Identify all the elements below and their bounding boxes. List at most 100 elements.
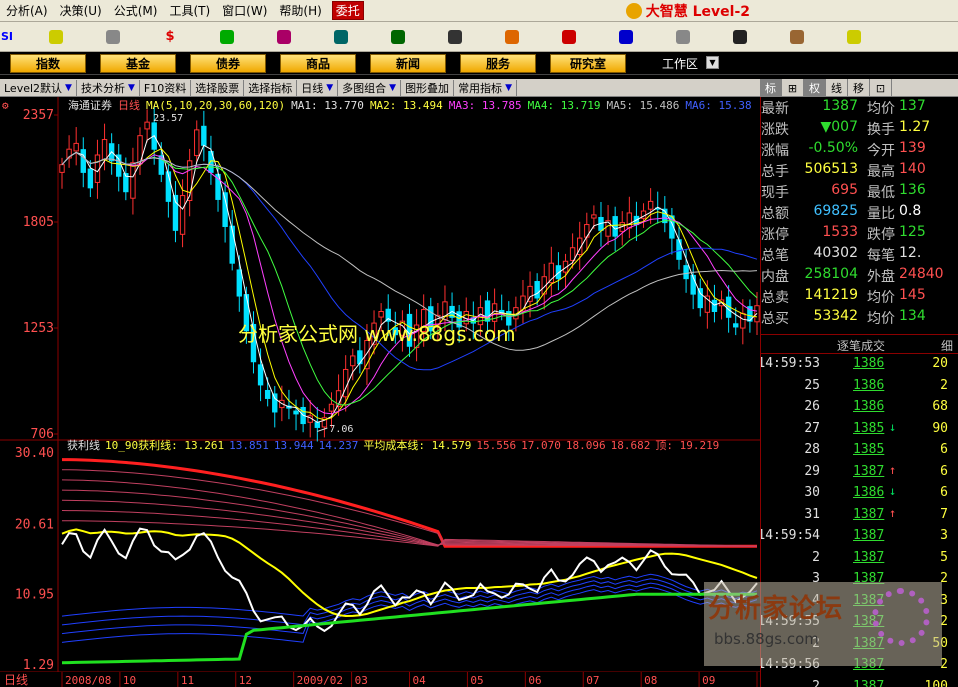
tick-arrow: ↓ [889,419,897,434]
menu-item-0[interactable]: 分析(A) [0,2,54,19]
quote-tab-3[interactable]: 线 [826,79,848,97]
toolbar-item-3[interactable]: 选择股票 [191,79,245,96]
toolbar-item-2[interactable]: F10资料 [140,79,192,96]
tick-price: 1385 [853,420,885,436]
tab-0[interactable]: 指数 [10,54,86,73]
toolbar-item-7[interactable]: 图形叠加 [401,79,455,96]
window-icon[interactable] [725,25,755,49]
quote-row: 总手 506513 最高 140 [761,160,958,181]
bars-icon[interactable] [269,25,299,49]
tick-time: 30 [804,485,820,500]
quote-l2: 外盘 [867,269,895,285]
x-tick-label: 11 [181,674,194,687]
tab-6[interactable]: 研究室 [550,54,626,73]
dropdown-arrow-icon[interactable]: ▼ [128,83,135,93]
quote-tab-4[interactable]: 移 [848,79,870,97]
bell-icon[interactable] [383,25,413,49]
ind-legend-item: 15.556 [476,439,516,452]
tick-arrow: ↑ [889,505,897,520]
price-ytick: 706 [31,427,54,442]
menu-item-5[interactable]: 帮助(H) [273,2,327,19]
tick-price: 1385 [853,442,885,457]
traffic-icon[interactable] [212,25,242,49]
menu-item-4[interactable]: 窗口(W) [216,2,273,19]
ruler-icon[interactable] [98,25,128,49]
p2-icon[interactable] [611,25,641,49]
toolbar-item-6[interactable]: 多图组合 ▼ [338,79,402,96]
ind-legend-item: 14.237 [319,439,359,452]
menu-bar: 分析(A) 决策(U) 公式(M) 工具(T) 窗口(W) 帮助(H) 委托 [0,0,958,22]
tab-2[interactable]: 债券 [190,54,266,73]
x-tick-label: 10 [123,674,136,687]
candle-body [179,195,186,235]
p-icon[interactable] [554,25,584,49]
doc-icon[interactable] [668,25,698,49]
menu-item-2[interactable]: 公式(M) [108,2,164,19]
menu-item-3[interactable]: 工具(T) [163,2,216,19]
binoc-icon[interactable] [326,25,356,49]
cursor-icon[interactable] [839,25,869,49]
tab-3[interactable]: 商品 [280,54,356,73]
toolbar-item-5[interactable]: 日线 ▼ [297,79,339,96]
icon-toolbar: SI $ [0,22,958,52]
quote-v1: 695 [831,182,858,198]
diamond-icon[interactable] [497,25,527,49]
x-tick-label: 03 [355,674,368,687]
forum-name: 分析家论坛 [708,594,844,624]
si-icon[interactable]: SI [0,25,14,49]
quote-v2: 145 [899,287,926,303]
dropdown-arrow-icon[interactable]: ▼ [65,83,72,93]
tab-4[interactable]: 新闻 [370,54,446,73]
dropdown-arrow-icon[interactable]: ▼ [505,83,512,93]
tick-row: 25 1386 2 [761,376,958,398]
x-tick-label: 06 [528,674,541,687]
books-icon[interactable] [782,25,812,49]
quote-v2: 140 [899,161,926,177]
tick-time: 14:59:54 [760,528,820,543]
dropdown-arrow-icon[interactable]: ▼ [326,83,333,93]
tab-1[interactable]: 基金 [100,54,176,73]
quote-l1: 总额 [761,206,789,222]
board-icon[interactable] [440,25,470,49]
chart-bg [0,97,760,687]
workzone-label[interactable]: 工作区 [662,55,698,72]
menu-item-1[interactable]: 决策(U) [54,2,108,19]
category-tab-bar: 工作区 ▼ 指数 基金 债券 商品 新闻 服务 研究室 [0,52,958,75]
toolbar-item-1[interactable]: 技术分析 ▼ [77,79,140,96]
quote-v1: 141219 [804,287,858,303]
tick-volume: 100 [924,678,948,687]
arrows-icon[interactable] [41,25,71,49]
tick-volume: 6 [940,485,948,500]
quote-l1: 总笔 [761,248,789,264]
quote-row: 总买 53342 均价 134 [761,307,958,328]
menu-item-entrust[interactable]: 委托 [331,1,364,20]
quote-tab-5[interactable]: ⊡ [870,79,892,97]
workzone-dropdown[interactable]: ▼ [706,56,719,69]
dropdown-arrow-icon[interactable]: ▼ [389,83,396,93]
quote-l2: 均价 [867,311,895,327]
quote-tab-0[interactable]: 标 [760,79,782,97]
quote-v1: 69825 [813,203,858,219]
toolbar-item-4[interactable]: 选择指标 [244,79,298,96]
candle-body [293,410,299,415]
tick-price: 1386 [853,377,885,393]
quote-tab-2[interactable]: 权 [804,79,826,97]
quote-tab-1[interactable]: ⊞ [782,79,804,97]
tick-time: 26 [804,399,820,414]
quote-l2: 今开 [867,143,895,159]
quote-v2: 125 [899,224,926,240]
candle-body [264,389,271,399]
tab-5[interactable]: 服务 [460,54,536,73]
toolbar-item-0[interactable]: Level2默认 ▼ [0,79,77,96]
tick-row: 14:59:53 1386 20 [761,354,958,376]
candle-body [711,299,718,313]
tick-time: 25 [804,377,820,393]
tick-arrow: ↑ [889,462,897,477]
toolbar-item-8[interactable]: 常用指标 ▼ [454,79,517,96]
dollar-icon[interactable]: $ [155,25,185,49]
legend-item: MA(5,10,20,30,60,120) [146,99,285,112]
watermark-text: 分析家公式网 www.88gs.com [238,322,516,346]
ind-ytick: 20.61 [15,517,54,532]
tick-time: 14:59:53 [760,356,820,371]
settings-icon[interactable]: ⚙ [2,99,9,112]
